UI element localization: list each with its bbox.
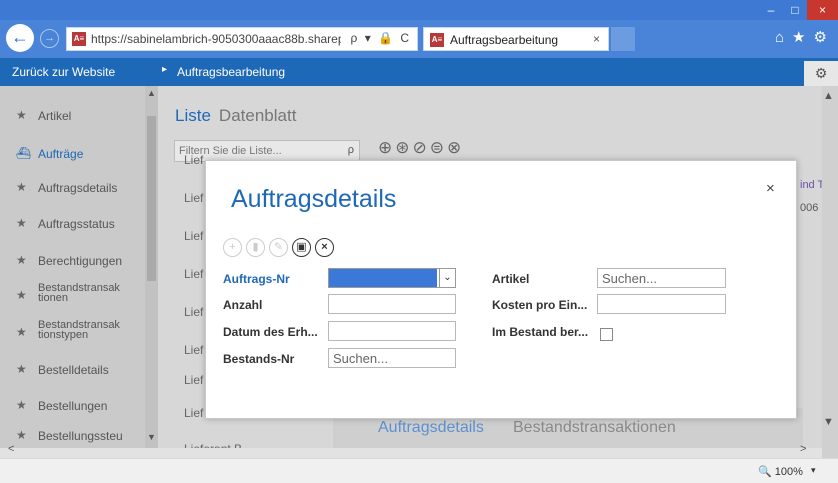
maximize-button[interactable]: □ [783, 0, 807, 20]
star-icon: ★ [16, 216, 27, 230]
url-text[interactable]: https://sabinelambrich-9050300aaac88b.sh… [91, 32, 341, 46]
sidebar-item-auftragsstatus[interactable]: ★ Auftragsstatus [0, 208, 145, 240]
browser-navbar: ← → A≡ https://sabinelambrich-9050300aaa… [0, 20, 838, 58]
ship-icon: ⛴ [16, 146, 32, 160]
breadcrumb-separator-icon: ▸ [162, 64, 168, 75]
page-vertical-scrollbar[interactable] [822, 86, 838, 458]
sidebar-item-auftraege[interactable]: ⛴ Aufträge [0, 138, 145, 170]
horizontal-scrollbar[interactable] [0, 448, 822, 458]
browser-toolbar-icons[interactable]: ⌂★⚙ [775, 28, 835, 46]
sidebar-item-berechtigungen[interactable]: ★ Berechtigungen [0, 245, 145, 277]
sidebar-item-label: Bestandstransak tionen [38, 282, 120, 304]
minimize-button[interactable]: – [759, 0, 783, 20]
star-icon: ★ [16, 325, 27, 339]
dialog-title: Auftragsdetails [231, 185, 397, 213]
star-icon: ★ [16, 253, 27, 267]
bestands-nr-label: Bestands-Nr [223, 352, 295, 366]
im-bestand-checkbox[interactable] [600, 328, 613, 341]
search-icon[interactable]: ρ [348, 144, 354, 156]
kosten-label: Kosten pro Ein... [492, 298, 588, 312]
sidebar-item-bestelldetails[interactable]: ★ Bestelldetails [0, 354, 145, 386]
save-icon[interactable]: ▣ [292, 238, 311, 257]
settings-gear-icon[interactable]: ⚙ [804, 61, 838, 86]
chevron-down-icon[interactable]: ⌄ [439, 269, 455, 287]
dialog-toolbar: + ▮ ✎ ▣ × [223, 238, 338, 258]
auftrags-nr-select[interactable]: ⌄ [328, 268, 456, 288]
datum-label: Datum des Erh... [223, 325, 318, 339]
sidebar-item-label: Bestellungen [38, 399, 108, 413]
artikel-lookup[interactable]: Suchen... [597, 268, 726, 288]
auftragsdetails-dialog: Auftragsdetails × + ▮ ✎ ▣ × Auftrags-Nr ⌄ An… [205, 160, 797, 419]
artikel-label: Artikel [492, 272, 530, 286]
cancel-icon[interactable]: × [315, 238, 334, 257]
sidebar-scroll-thumb[interactable] [147, 116, 156, 281]
background-text: 006 [800, 202, 819, 214]
browser-tab-active[interactable]: A≡ Auftragsbearbeitung × [423, 27, 609, 51]
sidebar-item-label: Bestellungssteu [38, 429, 123, 443]
zoom-level[interactable]: 🔍 100% [758, 465, 803, 478]
kosten-field[interactable] [597, 294, 726, 314]
scroll-up-icon[interactable]: ▲ [147, 88, 156, 98]
sidebar-item-bestellungen[interactable]: ★ Bestellungen [0, 390, 145, 422]
star-icon: ★ [16, 180, 27, 194]
star-icon: ★ [16, 428, 27, 442]
list-action-icons[interactable]: ⊕⊛⊘⊜⊗ [378, 138, 464, 158]
sidebar-item-artikel[interactable]: ★ Artikel [0, 100, 145, 132]
app-title[interactable]: Auftragsbearbeitung [177, 65, 285, 79]
scroll-right-icon[interactable]: > [800, 443, 806, 455]
sidebar-item-label: Berechtigungen [38, 254, 123, 268]
star-icon: ★ [16, 362, 27, 376]
tab-close-icon[interactable]: × [593, 32, 600, 46]
dialog-close-icon[interactable]: × [766, 180, 775, 197]
tab-liste[interactable]: Liste [175, 106, 211, 125]
address-bar-icons[interactable]: ρ ▾ 🔒 C [351, 31, 411, 45]
anzahl-label: Anzahl [223, 298, 263, 312]
tab-datenblatt[interactable]: Datenblatt [219, 106, 297, 125]
sidebar-item-auftragsdetails[interactable]: ★ Auftragsdetails [0, 172, 145, 204]
background-text: ind T [800, 179, 825, 191]
scroll-down-icon[interactable]: ▼ [147, 432, 156, 442]
back-to-site-link[interactable]: Zurück zur Website [12, 65, 115, 79]
scroll-down-icon[interactable]: ▼ [823, 416, 834, 428]
forward-arrow-icon[interactable]: → [40, 29, 59, 48]
sidebar-item-label: Auftragsstatus [38, 217, 115, 231]
address-bar[interactable]: A≡ https://sabinelambrich-9050300aaac88b… [66, 27, 418, 51]
tab-favicon-icon: A≡ [430, 33, 444, 47]
tab-label: Auftragsbearbeitung [450, 33, 559, 47]
star-icon: ★ [16, 398, 27, 412]
status-bar: 🔍 100% ▾ [0, 458, 838, 483]
suite-bar: Zurück zur Website ▸ Auftragsbearbeitung… [0, 58, 838, 86]
close-window-button[interactable]: × [807, 0, 838, 20]
im-bestand-label: Im Bestand ber... [492, 325, 589, 339]
datum-field[interactable] [328, 321, 456, 341]
add-icon: + [223, 238, 242, 257]
sidebar-item-bestandstransaktionen[interactable]: ★ Bestandstransak tionen [0, 280, 145, 312]
auftrags-nr-selected-value [329, 269, 437, 287]
sidebar-item-label: Auftragsdetails [38, 181, 118, 195]
sidebar: ★ Artikel ⛴ Aufträge ★ Auftragsdetails ★… [0, 86, 158, 458]
star-icon: ★ [16, 288, 27, 302]
bestands-nr-lookup[interactable]: Suchen... [328, 348, 456, 368]
sidebar-item-label: Bestandstransak tionstypen [38, 319, 120, 341]
scroll-up-icon[interactable]: ▲ [823, 90, 834, 102]
scroll-left-icon[interactable]: < [8, 443, 14, 455]
delete-icon: ▮ [246, 238, 265, 257]
sidebar-item-label: Bestelldetails [38, 363, 109, 377]
auftrags-nr-label: Auftrags-Nr [223, 272, 290, 286]
zoom-dropdown-icon[interactable]: ▾ [811, 465, 816, 476]
sidebar-item-label: Aufträge [38, 147, 84, 161]
tab-bestandstransaktionen[interactable]: Bestandstransaktionen [513, 419, 676, 437]
sidebar-item-label: Artikel [38, 109, 72, 123]
tab-auftragsdetails[interactable]: Auftragsdetails [378, 419, 484, 437]
sidebar-item-bestandstransaktionstypen[interactable]: ★ Bestandstransak tionstypen [0, 317, 145, 349]
star-icon: ★ [16, 108, 27, 122]
edit-icon: ✎ [269, 238, 288, 257]
view-tabs: Liste Datenblatt [175, 106, 296, 126]
site-favicon-icon: A≡ [72, 32, 86, 46]
back-arrow-icon[interactable]: ← [6, 24, 34, 52]
new-tab-button[interactable] [611, 27, 635, 51]
anzahl-field[interactable] [328, 294, 456, 314]
